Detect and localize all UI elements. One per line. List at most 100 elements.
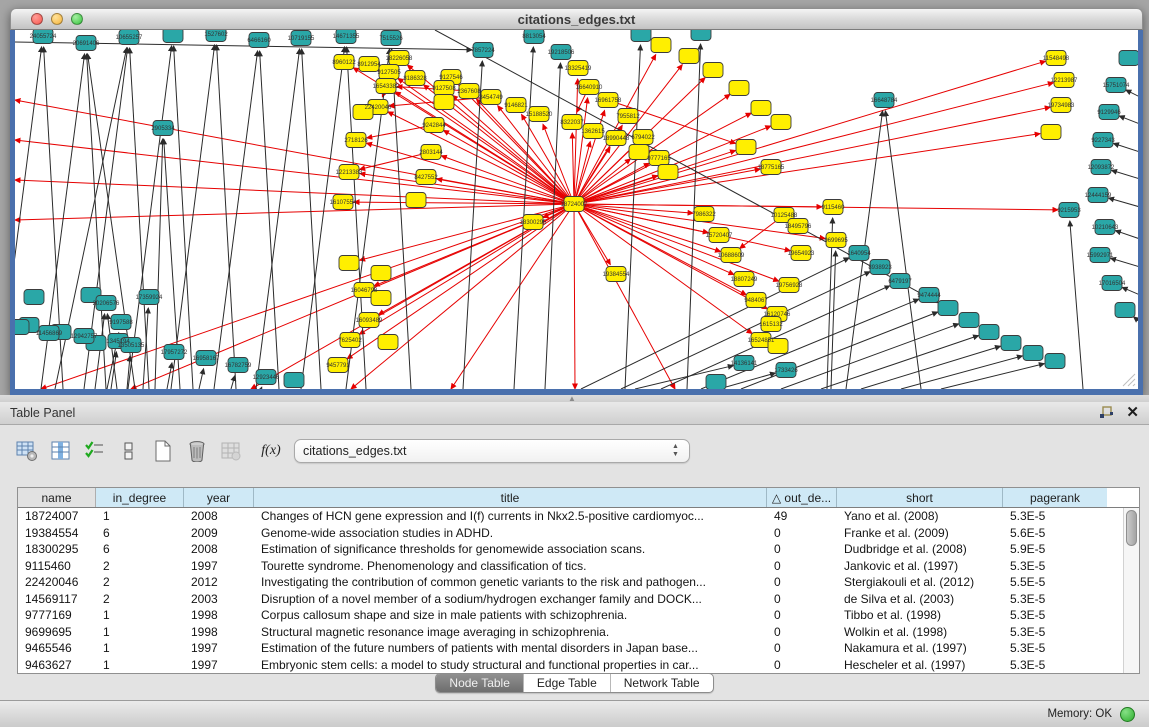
table-row[interactable]: 969969511998Structural magnetic resonanc… — [18, 624, 1139, 641]
graph-node[interactable] — [736, 140, 756, 155]
graph-edge[interactable] — [941, 364, 1044, 389]
graph-edge[interactable] — [463, 61, 482, 389]
table-mode-icon[interactable] — [12, 437, 42, 465]
panel-resize-divider[interactable]: ▲ — [0, 395, 1149, 402]
graph-edge[interactable] — [1126, 90, 1138, 97]
table-row[interactable]: 911546021997Tourette syndrome. Phenomeno… — [18, 558, 1139, 575]
graph-node[interactable] — [629, 145, 649, 160]
graph-edge[interactable] — [41, 204, 574, 389]
graph-node[interactable] — [706, 375, 726, 390]
graph-edge[interactable] — [95, 314, 105, 389]
graph-edge[interactable] — [435, 30, 938, 303]
graph-node[interactable] — [434, 95, 454, 110]
table-row[interactable]: 1872400712008Changes of HCN gene express… — [18, 508, 1139, 525]
row-height-icon[interactable] — [114, 437, 144, 465]
graph-node[interactable] — [959, 313, 979, 328]
graph-node[interactable] — [24, 290, 44, 305]
memory-status-icon[interactable] — [1120, 707, 1135, 722]
graph-node[interactable] — [406, 193, 426, 208]
graph-edge[interactable] — [231, 376, 235, 389]
column-header-6[interactable]: pagerank — [1003, 488, 1107, 507]
table-row[interactable]: 1938455462009Genome-wide association stu… — [18, 525, 1139, 542]
network-window-titlebar[interactable]: citations_edges.txt — [10, 8, 1143, 30]
graph-node[interactable] — [679, 49, 699, 64]
graph-edge[interactable] — [251, 204, 574, 389]
graph-edge[interactable] — [1119, 116, 1138, 124]
graph-node[interactable] — [691, 30, 711, 41]
show-columns-icon[interactable] — [46, 437, 76, 465]
graph-edge[interactable] — [1115, 231, 1138, 239]
graph-edge[interactable] — [574, 79, 578, 204]
table-row[interactable]: 946362711997Embryonic stem cells: a mode… — [18, 657, 1139, 674]
graph-node[interactable] — [979, 325, 999, 340]
graph-edge[interactable] — [831, 251, 836, 389]
graph-edge[interactable] — [574, 94, 730, 204]
graph-edge[interactable] — [1111, 258, 1138, 267]
graph-edge[interactable] — [302, 49, 321, 389]
function-builder-icon[interactable]: f(x) — [256, 437, 286, 465]
graph-edge[interactable] — [1113, 143, 1138, 152]
graph-node[interactable] — [163, 30, 183, 43]
graph-node[interactable] — [1041, 125, 1061, 140]
graph-node[interactable] — [771, 115, 791, 130]
table-row[interactable]: 2242004622012Investigating the contribut… — [18, 574, 1139, 591]
graph-edge[interactable] — [574, 147, 610, 204]
table-row[interactable]: 946554611997Estimation of the future num… — [18, 640, 1139, 657]
graph-node[interactable] — [339, 256, 359, 271]
column-header-0[interactable]: name — [18, 488, 96, 507]
graph-node[interactable] — [651, 38, 671, 53]
graph-edge[interactable] — [821, 336, 979, 389]
window-resize-grip[interactable] — [1120, 371, 1136, 387]
graph-node[interactable] — [729, 81, 749, 96]
graph-edge[interactable] — [572, 133, 574, 204]
graph-edge[interactable] — [1112, 170, 1138, 179]
graph-node[interactable] — [658, 165, 678, 180]
import-table-icon[interactable] — [216, 437, 246, 465]
column-header-2[interactable]: year — [184, 488, 254, 507]
table-scrollbar[interactable] — [1123, 508, 1139, 673]
column-header-3[interactable]: title — [254, 488, 767, 507]
graph-edge[interactable] — [15, 47, 42, 389]
float-panel-icon[interactable] — [1099, 406, 1114, 420]
table-row[interactable]: 1830029562008Estimation of significance … — [18, 541, 1139, 558]
graph-edge[interactable] — [781, 324, 959, 389]
select-rows-icon[interactable] — [80, 437, 110, 465]
graph-node[interactable] — [1045, 354, 1065, 369]
graph-node[interactable] — [284, 373, 304, 388]
delete-icon[interactable] — [182, 437, 212, 465]
graph-edge[interactable] — [574, 204, 575, 389]
graph-edge[interactable] — [199, 369, 204, 389]
graph-node[interactable] — [751, 101, 771, 116]
column-header-1[interactable]: in_degree — [96, 488, 184, 507]
graph-node[interactable] — [1115, 303, 1135, 318]
column-header-5[interactable]: short — [837, 488, 1003, 507]
graph-node[interactable] — [703, 63, 723, 78]
table-row[interactable]: 1456911722003Disruption of a novel membe… — [18, 591, 1139, 608]
graph-edge[interactable] — [1122, 287, 1138, 295]
graph-node[interactable] — [15, 320, 29, 335]
scrollbar-thumb[interactable] — [1126, 510, 1137, 546]
graph-node[interactable] — [1119, 51, 1138, 66]
graph-edge[interactable] — [214, 51, 258, 389]
graph-edge[interactable] — [701, 299, 919, 389]
graph-edge[interactable] — [171, 45, 215, 389]
tab-network-table[interactable]: Network Table — [610, 674, 713, 692]
graph-edge[interactable] — [217, 45, 236, 389]
graph-edge[interactable] — [15, 140, 574, 204]
new-column-icon[interactable] — [148, 437, 178, 465]
graph-node[interactable] — [371, 266, 391, 281]
tab-node-table[interactable]: Node Table — [436, 674, 523, 692]
tab-edge-table[interactable]: Edge Table — [523, 674, 610, 692]
graph-edge[interactable] — [1109, 198, 1138, 207]
table-row[interactable]: 977716911998Corpus callosum shape and si… — [18, 607, 1139, 624]
graph-node[interactable] — [631, 30, 651, 42]
table-select-combo[interactable]: citations_edges.txt ▲▼ — [294, 439, 690, 463]
column-header-4[interactable]: △ out_de... — [767, 488, 837, 507]
graph-edge[interactable] — [261, 387, 262, 389]
graph-node[interactable] — [1001, 336, 1021, 351]
graph-edge[interactable] — [574, 204, 1058, 210]
graph-node[interactable] — [1023, 346, 1043, 361]
network-canvas[interactable]: 1872400789601228912954182260589127505165… — [15, 30, 1138, 389]
graph-node[interactable] — [378, 335, 398, 350]
graph-edge[interactable] — [1070, 221, 1083, 389]
